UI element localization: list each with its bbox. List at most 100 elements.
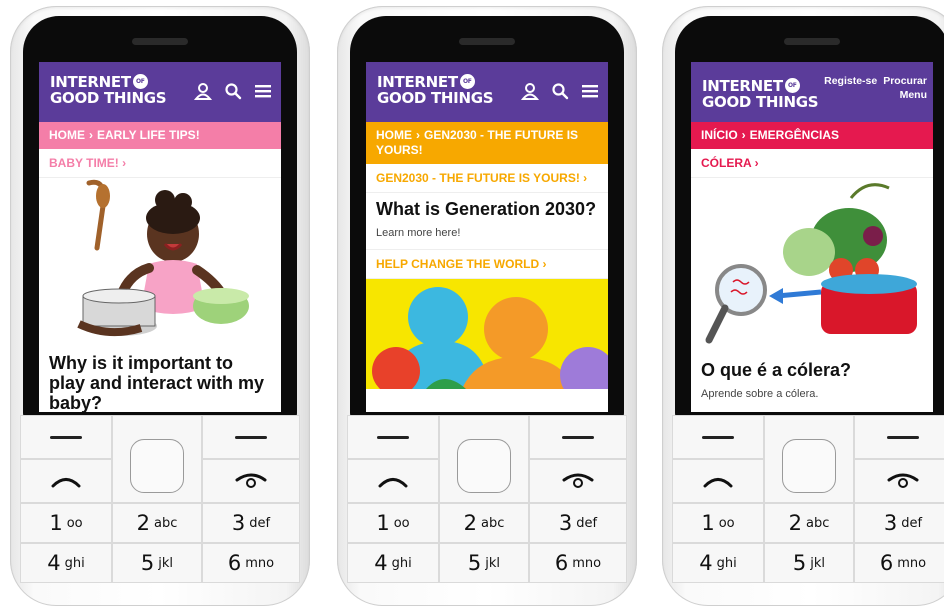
breadcrumb-home[interactable]: HOME [49, 128, 85, 142]
cholera-illustration [705, 183, 917, 344]
section-link-label: HELP CHANGE THE WORLD [376, 257, 540, 271]
subnav-label: CÓLERA [701, 156, 752, 170]
key-3-letters: def [901, 515, 923, 531]
key-3[interactable]: 3 def [854, 503, 944, 543]
menu-icon[interactable] [580, 81, 600, 101]
key-6-letters: mno [572, 555, 602, 571]
chevron-right-icon: › [583, 171, 588, 185]
key-5[interactable]: 5 jkl [764, 543, 854, 583]
subnav-label: GEN2030 - THE FUTURE IS YOURS! [376, 171, 580, 185]
key-4-number: 4 [699, 551, 713, 575]
phone-bezel: INTERNET OF GOOD THINGS Registe-se Procura… [675, 16, 944, 421]
key-2-number: 2 [788, 511, 802, 535]
article-summary: Aprende sobre a cólera. [701, 388, 819, 400]
site-header: INTERNET OF GOOD THINGS Registe-se Procura… [691, 62, 933, 122]
phone-screen: INTERNET OF GOOD THINGS Registe-se Procura… [691, 62, 933, 412]
key-1-number: 1 [701, 511, 715, 535]
key-4-letters: ghi [716, 555, 737, 571]
article-title[interactable]: What is Generation 2030? [366, 199, 608, 219]
end-call-icon [235, 473, 267, 488]
key-6-letters: mno [897, 555, 927, 571]
call-icon [703, 478, 733, 488]
navigation-key[interactable] [130, 439, 184, 493]
navigation-key[interactable] [782, 439, 836, 493]
key-1[interactable]: 1 oo [672, 503, 764, 543]
navigation-key[interactable] [457, 439, 511, 493]
end-call-key[interactable] [854, 459, 944, 503]
key-2[interactable]: 2 abc [439, 503, 529, 543]
site-logo[interactable]: INTERNET OF GOOD THINGS [50, 74, 167, 106]
key-4-letters: ghi [391, 555, 412, 571]
end-call-key[interactable] [202, 459, 300, 503]
phone-screen: INTERNET OF GOOD THINGS HOME › GEN2030 - TH… [366, 62, 608, 412]
phone-1: INTERNET OF GOOD THINGS HOME › EARLY LIFE T… [10, 6, 310, 606]
menu-link[interactable]: Menu [900, 89, 927, 101]
key-1-number: 1 [49, 511, 63, 535]
key-6[interactable]: 6 mno [854, 543, 944, 583]
key-4-number: 4 [47, 551, 61, 575]
right-softkey[interactable] [529, 415, 627, 459]
end-call-icon [887, 473, 919, 488]
breadcrumb-home[interactable]: HOME [376, 128, 412, 142]
key-2[interactable]: 2 abc [764, 503, 854, 543]
call-icon [378, 478, 408, 488]
key-4[interactable]: 4 ghi [20, 543, 112, 583]
call-key[interactable] [20, 459, 112, 503]
breadcrumb: HOME › GEN2030 - THE FUTURE IS YOURS! [366, 122, 608, 164]
key-2-number: 2 [463, 511, 477, 535]
left-softkey[interactable] [347, 415, 439, 459]
breadcrumb-current[interactable]: EMERGÊNCIAS [750, 128, 839, 142]
user-icon[interactable] [520, 81, 540, 101]
right-softkey[interactable] [854, 415, 944, 459]
key-1[interactable]: 1 oo [20, 503, 112, 543]
end-call-key[interactable] [529, 459, 627, 503]
key-3[interactable]: 3 def [202, 503, 300, 543]
search-link[interactable]: Procurar [883, 75, 927, 87]
chevron-right-icon: › [754, 156, 759, 170]
earpiece [132, 38, 188, 45]
site-logo[interactable]: INTERNET OF GOOD THINGS [377, 74, 494, 107]
key-2[interactable]: 2 abc [112, 503, 202, 543]
phone-screen: INTERNET OF GOOD THINGS HOME › EARLY LIFE T… [39, 62, 281, 412]
left-softkey[interactable] [672, 415, 764, 459]
key-4-letters: ghi [64, 555, 85, 571]
logo-of-badge: OF [784, 78, 800, 93]
user-icon[interactable] [193, 81, 213, 101]
key-4[interactable]: 4 ghi [672, 543, 764, 583]
call-key[interactable] [672, 459, 764, 503]
search-icon[interactable] [223, 81, 243, 101]
key-4[interactable]: 4 ghi [347, 543, 439, 583]
site-logo[interactable]: INTERNET OF GOOD THINGS [702, 78, 819, 111]
key-6[interactable]: 6 mno [529, 543, 627, 583]
key-6-number: 6 [227, 551, 242, 575]
key-3-letters: def [249, 515, 271, 531]
logo-line2: GOOD THINGS [377, 89, 494, 107]
left-softkey[interactable] [20, 415, 112, 459]
key-3-number: 3 [231, 511, 246, 535]
article-title[interactable]: O que é a cólera? [691, 360, 933, 380]
phone-2: INTERNET OF GOOD THINGS HOME › GEN2030 - TH… [337, 6, 637, 606]
breadcrumb-home[interactable]: INÍCIO [701, 128, 738, 142]
menu-icon[interactable] [253, 81, 273, 101]
key-3[interactable]: 3 def [529, 503, 627, 543]
register-link[interactable]: Registe-se [824, 75, 877, 87]
call-key[interactable] [347, 459, 439, 503]
key-4-number: 4 [374, 551, 388, 575]
logo-of-badge: OF [459, 74, 475, 89]
key-5[interactable]: 5 jkl [112, 543, 202, 583]
logo-line2: GOOD THINGS [702, 93, 819, 111]
section-link[interactable]: HELP CHANGE THE WORLD › [366, 250, 608, 279]
key-6-letters: mno [245, 555, 275, 571]
key-1[interactable]: 1 oo [347, 503, 439, 543]
key-5-number: 5 [467, 551, 482, 575]
key-5[interactable]: 5 jkl [439, 543, 529, 583]
search-icon[interactable] [550, 81, 570, 101]
key-6[interactable]: 6 mno [202, 543, 300, 583]
subnav-link[interactable]: BABY TIME! › [39, 149, 281, 178]
keypad: 1 oo 2 abc 3 def 4 ghi 5 jkl 6 mno [672, 415, 944, 606]
article-title[interactable]: Why is it important to play and interact… [39, 353, 281, 412]
breadcrumb-current[interactable]: EARLY LIFE TIPS! [97, 128, 200, 142]
subnav-link[interactable]: GEN2030 - THE FUTURE IS YOURS! › [366, 164, 608, 193]
right-softkey[interactable] [202, 415, 300, 459]
subnav-link[interactable]: CÓLERA › [691, 149, 933, 178]
